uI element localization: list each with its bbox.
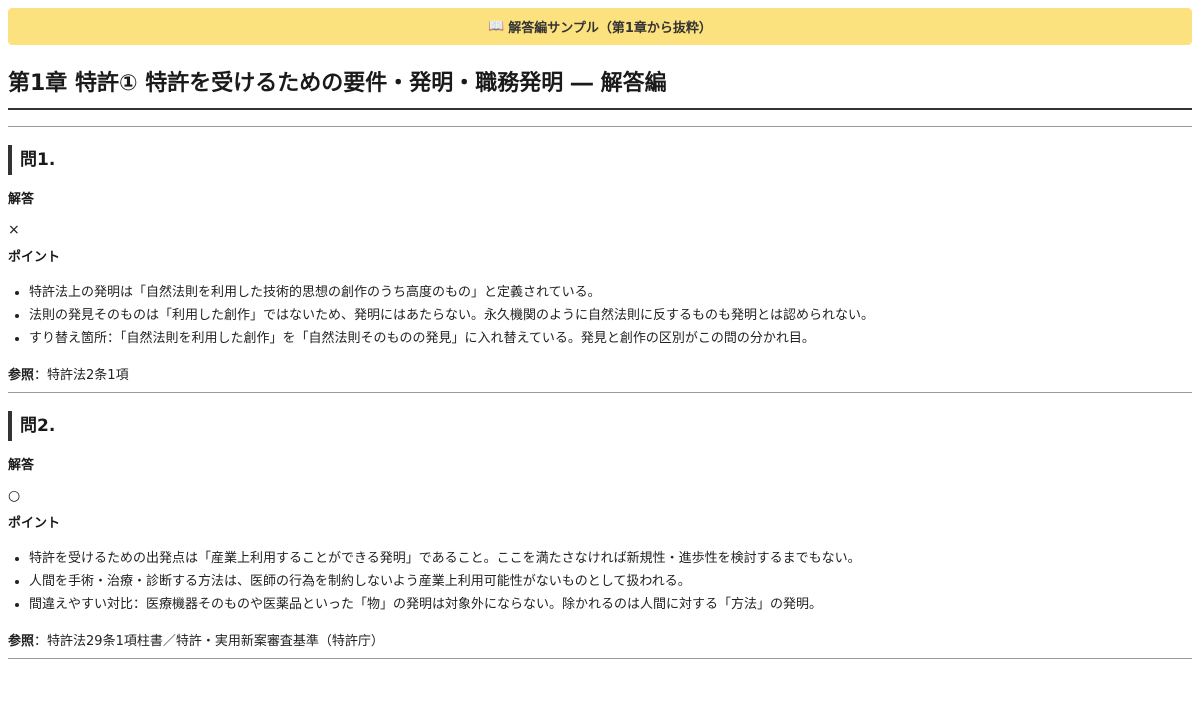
point-item: 特許法上の発明は「自然法則を利用した技術的思想の創作のうち高度のもの」と定義され… — [29, 281, 1192, 304]
answer-label: 解答 — [8, 458, 35, 473]
point-item: 特許を受けるための出発点は「産業上利用することができる発明」であること。ここを満… — [29, 547, 1192, 570]
reference-separator: ： — [34, 634, 48, 649]
divider — [8, 658, 1192, 659]
reference-text: 特許法2条1項 — [47, 368, 129, 383]
point-item: 人間を手術・治療・診断する方法は、医師の行為を制約しないよう産業上利用可能性がな… — [29, 570, 1192, 593]
reference: 参照：特許法29条1項柱書／特許・実用新案審査基準（特許庁） — [8, 632, 1192, 652]
points-list: 特許法上の発明は「自然法則を利用した技術的思想の創作のうち高度のもの」と定義され… — [8, 281, 1192, 350]
reference-text: 特許法29条1項柱書／特許・実用新案審査基準（特許庁） — [47, 634, 384, 649]
banner-text: 解答編サンプル（第1章から抜粋） — [508, 21, 712, 36]
divider — [8, 392, 1192, 393]
points-label: ポイント — [8, 516, 61, 531]
question-heading: 問1. — [8, 145, 1192, 175]
reference: 参照：特許法2条1項 — [8, 366, 1192, 386]
sample-banner: 📖 解答編サンプル（第1章から抜粋） — [8, 8, 1192, 45]
reference-label: 参照 — [8, 634, 35, 649]
question-2: 問2. 解答 ○ ポイント 特許を受けるための出発点は「産業上利用することができ… — [8, 411, 1192, 659]
point-item: 間違えやすい対比：医療機器そのものや医薬品といった「物」の発明は対象外にならない… — [29, 593, 1192, 616]
page: 📖 解答編サンプル（第1章から抜粋） 第1章 特許① 特許を受けるための要件・発… — [8, 8, 1192, 659]
reference-label: 参照 — [8, 368, 35, 383]
divider — [8, 126, 1192, 127]
book-icon: 📖 — [488, 19, 505, 34]
points-label: ポイント — [8, 250, 61, 265]
point-item: 法則の発見そのものは「利用した創作」ではないため、発明にはあたらない。永久機関の… — [29, 304, 1192, 327]
point-item: すり替え箇所：「自然法則を利用した創作」を「自然法則そのものの発見」に入れ替えて… — [29, 327, 1192, 350]
answer-label: 解答 — [8, 192, 35, 207]
points-list: 特許を受けるための出発点は「産業上利用することができる発明」であること。ここを満… — [8, 547, 1192, 616]
question-1: 問1. 解答 × ポイント 特許法上の発明は「自然法則を利用した技術的思想の創作… — [8, 145, 1192, 393]
chapter-title: 第1章 特許① 特許を受けるための要件・発明・職務発明 ― 解答編 — [8, 69, 1192, 110]
answer-value: ○ — [8, 488, 21, 504]
reference-separator: ： — [34, 368, 48, 383]
question-heading: 問2. — [8, 411, 1192, 441]
answer-value: × — [8, 222, 20, 238]
